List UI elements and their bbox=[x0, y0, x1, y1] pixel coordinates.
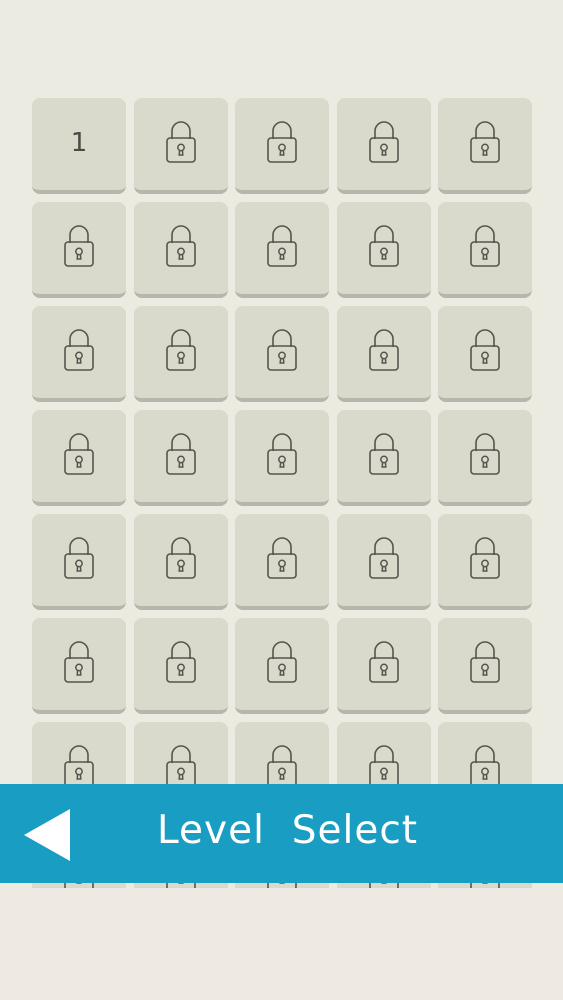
padlock-icon bbox=[267, 641, 297, 683]
padlock-icon bbox=[368, 225, 399, 267]
bottom-band bbox=[0, 888, 563, 1000]
level-tile-locked[interactable] bbox=[133, 306, 228, 402]
padlock-icon bbox=[368, 121, 399, 163]
level-tile-locked[interactable] bbox=[235, 410, 329, 506]
level-tile-locked[interactable] bbox=[438, 202, 532, 298]
padlock-icon bbox=[470, 225, 500, 267]
padlock-icon bbox=[165, 537, 196, 579]
header-bar: Level Select bbox=[0, 784, 563, 883]
level-number: 1 bbox=[70, 128, 88, 158]
padlock-icon bbox=[64, 641, 94, 683]
padlock-icon bbox=[368, 329, 399, 371]
padlock-icon bbox=[165, 329, 196, 371]
level-tile-locked[interactable] bbox=[336, 202, 431, 298]
level-grid-viewport[interactable]: 1 bbox=[0, 0, 563, 888]
level-tile-locked[interactable] bbox=[133, 514, 228, 610]
level-tile-locked[interactable] bbox=[336, 618, 431, 714]
level-tile-locked[interactable] bbox=[438, 514, 532, 610]
level-tile-locked[interactable] bbox=[336, 98, 431, 194]
level-tile-locked[interactable] bbox=[133, 98, 228, 194]
back-button[interactable] bbox=[20, 806, 76, 864]
level-tile-locked[interactable] bbox=[133, 410, 228, 506]
level-tile-locked[interactable] bbox=[235, 618, 329, 714]
padlock-icon bbox=[165, 121, 196, 163]
level-tile-locked[interactable] bbox=[336, 514, 431, 610]
padlock-icon bbox=[267, 225, 297, 267]
padlock-icon bbox=[267, 121, 297, 163]
padlock-icon bbox=[64, 225, 94, 267]
level-tile-locked[interactable] bbox=[235, 306, 329, 402]
level-grid: 1 bbox=[32, 98, 532, 888]
padlock-icon bbox=[368, 641, 399, 683]
level-tile-locked[interactable] bbox=[438, 98, 532, 194]
padlock-icon bbox=[64, 329, 94, 371]
padlock-icon bbox=[470, 433, 500, 475]
padlock-icon bbox=[267, 329, 297, 371]
padlock-icon bbox=[470, 641, 500, 683]
padlock-icon bbox=[470, 121, 500, 163]
level-tile-locked[interactable] bbox=[133, 202, 228, 298]
level-tile-locked[interactable] bbox=[32, 410, 126, 506]
padlock-icon bbox=[368, 433, 399, 475]
padlock-icon bbox=[470, 329, 500, 371]
level-tile-locked[interactable] bbox=[32, 202, 126, 298]
level-tile-locked[interactable] bbox=[133, 618, 228, 714]
level-tile-locked[interactable] bbox=[235, 202, 329, 298]
level-tile[interactable]: 1 bbox=[32, 98, 126, 194]
level-tile-locked[interactable] bbox=[438, 618, 532, 714]
page-title: Level Select bbox=[157, 808, 419, 853]
padlock-icon bbox=[165, 225, 196, 267]
level-tile-locked[interactable] bbox=[32, 618, 126, 714]
padlock-icon bbox=[64, 433, 94, 475]
level-tile-locked[interactable] bbox=[438, 306, 532, 402]
padlock-icon bbox=[64, 745, 94, 787]
level-tile-locked[interactable] bbox=[336, 306, 431, 402]
padlock-icon bbox=[470, 745, 500, 787]
back-triangle-icon bbox=[24, 809, 70, 861]
padlock-icon bbox=[368, 745, 399, 787]
padlock-icon bbox=[64, 537, 94, 579]
level-tile-locked[interactable] bbox=[235, 98, 329, 194]
padlock-icon bbox=[165, 745, 196, 787]
level-tile-locked[interactable] bbox=[32, 514, 126, 610]
padlock-icon bbox=[368, 537, 399, 579]
level-tile-locked[interactable] bbox=[32, 306, 126, 402]
padlock-icon bbox=[470, 537, 500, 579]
padlock-icon bbox=[267, 433, 297, 475]
padlock-icon bbox=[267, 537, 297, 579]
level-tile-locked[interactable] bbox=[438, 410, 532, 506]
level-tile-locked[interactable] bbox=[336, 410, 431, 506]
padlock-icon bbox=[267, 745, 297, 787]
level-tile-locked[interactable] bbox=[235, 514, 329, 610]
padlock-icon bbox=[165, 433, 196, 475]
padlock-icon bbox=[165, 641, 196, 683]
